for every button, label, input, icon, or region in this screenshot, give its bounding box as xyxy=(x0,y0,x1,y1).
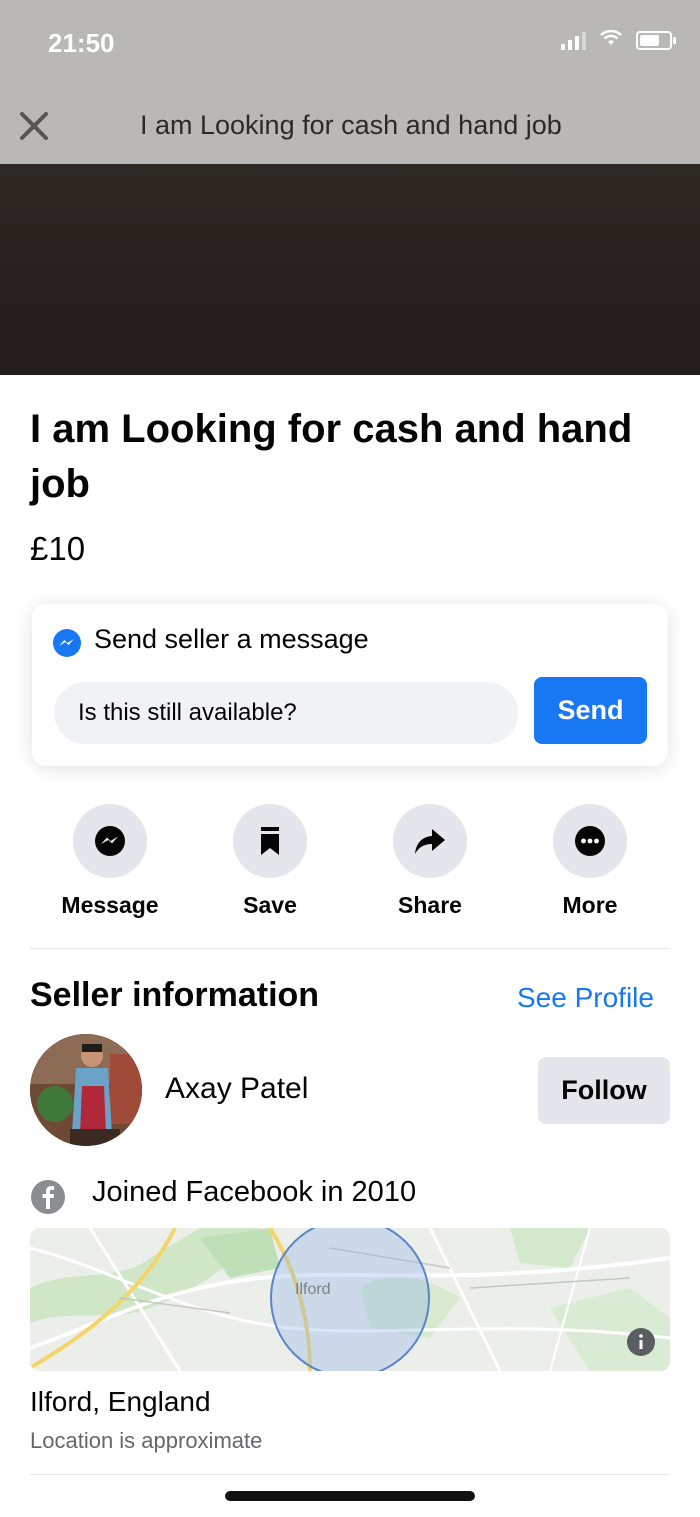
messenger-icon[interactable] xyxy=(73,804,147,878)
close-icon[interactable] xyxy=(14,106,54,146)
send-button[interactable]: Send xyxy=(534,677,647,744)
seller-section-title: Seller information xyxy=(30,976,320,1014)
message-action-label: Message xyxy=(61,892,159,918)
facebook-icon xyxy=(30,1179,66,1215)
status-bar: 21:50 xyxy=(0,0,700,88)
more-action-label: More xyxy=(562,892,618,918)
listing-title: I am Looking for cash and hand job xyxy=(30,407,633,506)
home-indicator[interactable] xyxy=(225,1491,475,1501)
nav-bar: I am Looking for cash and hand job xyxy=(0,88,700,164)
listing-photo[interactable] xyxy=(0,164,700,375)
share-action[interactable]: Share xyxy=(350,804,510,919)
status-icons xyxy=(561,29,676,51)
divider xyxy=(30,1474,670,1475)
location-note: Location is approximate xyxy=(30,1428,263,1453)
share-arrow-icon[interactable] xyxy=(393,804,467,878)
location-map[interactable]: Ilford xyxy=(30,1228,670,1371)
wifi-icon xyxy=(600,29,622,51)
status-time: 21:50 xyxy=(48,28,115,58)
cellular-signal-icon xyxy=(561,31,586,50)
joined-date: Joined Facebook in 2010 xyxy=(92,1176,417,1208)
messenger-icon xyxy=(52,628,82,658)
nav-title: I am Looking for cash and hand job xyxy=(140,110,562,140)
more-dots-icon[interactable] xyxy=(553,804,627,878)
listing-price: £10 xyxy=(30,530,86,567)
seller-name[interactable]: Axay Patel xyxy=(165,1072,308,1106)
follow-button[interactable]: Follow xyxy=(538,1057,670,1124)
save-action[interactable]: Save xyxy=(190,804,350,919)
battery-icon xyxy=(636,31,676,50)
send-message-card: Send seller a message Is this still avai… xyxy=(32,604,668,766)
avatar[interactable] xyxy=(30,1034,142,1146)
location-name: Ilford, England xyxy=(30,1386,211,1417)
more-action[interactable]: More xyxy=(510,804,670,919)
message-heading: Send seller a message xyxy=(94,624,369,654)
message-action[interactable]: Message xyxy=(30,804,190,919)
message-input[interactable]: Is this still available? xyxy=(54,682,518,744)
bookmark-icon[interactable] xyxy=(233,804,307,878)
save-action-label: Save xyxy=(243,892,297,918)
info-icon[interactable] xyxy=(626,1327,656,1357)
see-profile-link[interactable]: See Profile xyxy=(517,982,654,1014)
map-place-label: Ilford xyxy=(295,1281,331,1298)
share-action-label: Share xyxy=(398,892,462,918)
action-row: Message Save Share More xyxy=(30,804,670,924)
divider xyxy=(30,948,670,949)
